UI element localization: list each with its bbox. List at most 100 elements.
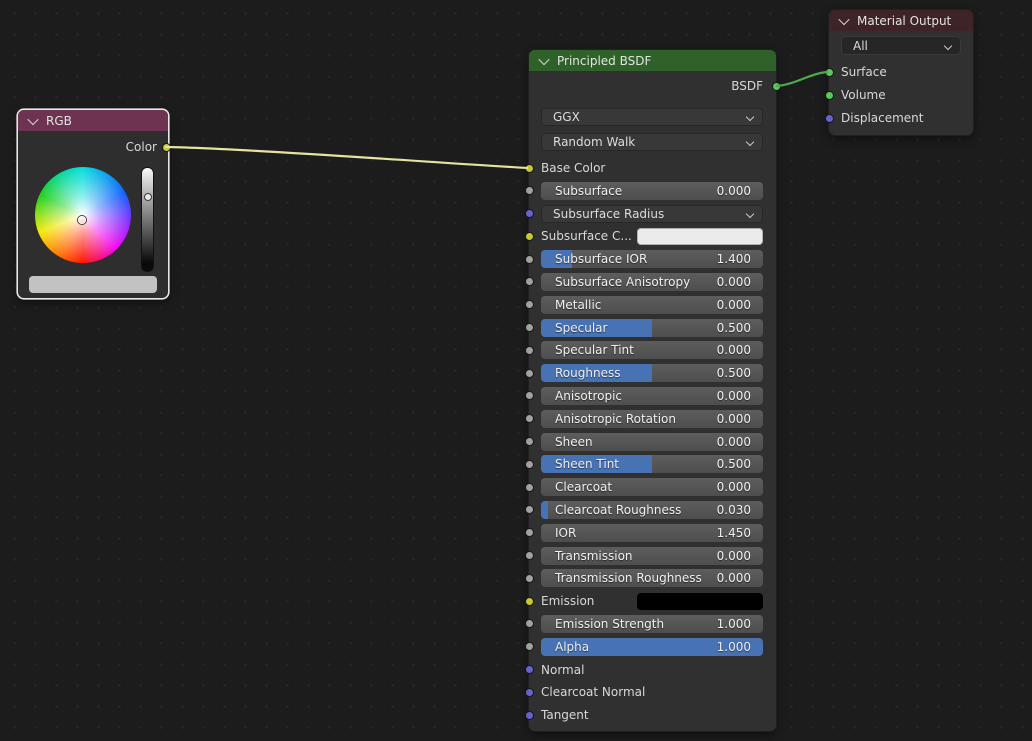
anisotropic-rotation-slider[interactable]: Anisotropic Rotation 0.000 <box>541 410 763 428</box>
clearcoat-value: 0.000 <box>717 480 763 494</box>
color-wheel-cursor[interactable] <box>78 216 86 224</box>
subsurface-radius-dropdown[interactable]: Subsurface Radius <box>541 205 763 223</box>
node-editor-canvas[interactable]: RGB Color Principled BSDF BSDF GGX Rando… <box>0 0 1032 741</box>
roughness-slider[interactable]: Roughness 0.500 <box>541 364 763 382</box>
socket-emission-strength-input[interactable] <box>525 619 534 628</box>
value-slider[interactable] <box>141 167 154 272</box>
rgb-node-header[interactable]: RGB <box>18 110 168 131</box>
bsdf-output-row: BSDF <box>541 77 763 95</box>
socket-displacement-input[interactable] <box>825 114 834 123</box>
specular-tint-slider[interactable]: Specular Tint 0.000 <box>541 341 763 359</box>
dropdown-distribution-value: GGX <box>553 110 580 124</box>
node-rgb[interactable]: RGB Color <box>18 110 168 298</box>
socket-metallic-input[interactable] <box>525 300 534 309</box>
node-principled-bsdf[interactable]: Principled BSDF BSDF GGX Random Walk Bas… <box>529 50 776 731</box>
socket-specular-input[interactable] <box>525 323 534 332</box>
sheen-tint-slider[interactable]: Sheen Tint 0.500 <box>541 455 763 473</box>
subsurface-ior-slider[interactable]: Subsurface IOR 1.400 <box>541 250 763 268</box>
sheen-slider[interactable]: Sheen 0.000 <box>541 433 763 451</box>
chevron-down-icon <box>746 138 754 146</box>
socket-roughness-input[interactable] <box>525 369 534 378</box>
emission-color-swatch[interactable] <box>637 593 763 610</box>
socket-sheen-input[interactable] <box>525 437 534 446</box>
row-volume: Volume <box>841 86 961 104</box>
material-output-node-title: Material Output <box>857 14 951 28</box>
transmission-slider[interactable]: Transmission 0.000 <box>541 547 763 565</box>
anisotropic-value: 0.000 <box>717 389 763 403</box>
collapse-chevron-icon[interactable] <box>27 113 38 124</box>
displacement-input-label: Displacement <box>841 111 924 125</box>
specular-tint-value: 0.000 <box>717 343 763 357</box>
row-specular: Specular 0.500 <box>541 319 763 337</box>
socket-alpha-input[interactable] <box>525 642 534 651</box>
socket-anisotropic-rotation-input[interactable] <box>525 414 534 423</box>
row-metallic: Metallic 0.000 <box>541 296 763 314</box>
socket-clearcoat-roughness-input[interactable] <box>525 505 534 514</box>
anisotropic-slider[interactable]: Anisotropic 0.000 <box>541 387 763 405</box>
collapse-chevron-icon[interactable] <box>838 13 849 24</box>
socket-bsdf-output[interactable] <box>772 82 781 91</box>
row-normal: Normal <box>541 661 763 679</box>
row-anisotropic: Anisotropic 0.000 <box>541 387 763 405</box>
base-color-label: Base Color <box>541 159 763 177</box>
socket-anisotropic-input[interactable] <box>525 391 534 400</box>
collapse-chevron-icon[interactable] <box>538 53 549 64</box>
socket-clearcoat-normal-input[interactable] <box>525 688 534 697</box>
sheen-tint-label: Sheen Tint <box>541 457 619 471</box>
rgb-color-output-row: Color <box>28 138 157 156</box>
socket-emission-input[interactable] <box>525 597 534 606</box>
clearcoat-slider[interactable]: Clearcoat 0.000 <box>541 478 763 496</box>
row-emission: Emission <box>541 592 763 610</box>
socket-subsurface-input[interactable] <box>525 186 534 195</box>
transmission-roughness-slider[interactable]: Transmission Roughness 0.000 <box>541 569 763 587</box>
material-output-inputs: Surface Volume Displacement <box>841 63 961 127</box>
specular-slider[interactable]: Specular 0.500 <box>541 319 763 337</box>
socket-clearcoat-input[interactable] <box>525 483 534 492</box>
socket-sheen-tint-input[interactable] <box>525 460 534 469</box>
socket-subsurface-c-input[interactable] <box>525 232 534 241</box>
subsurface-c-color-swatch[interactable] <box>637 228 763 245</box>
socket-volume-input[interactable] <box>825 91 834 100</box>
subsurface-anisotropy-slider[interactable]: Subsurface Anisotropy 0.000 <box>541 273 763 291</box>
row-subsurface-ior: Subsurface IOR 1.400 <box>541 250 763 268</box>
socket-transmission-input[interactable] <box>525 551 534 560</box>
emission-strength-slider[interactable]: Emission Strength 1.000 <box>541 615 763 633</box>
socket-color-output[interactable] <box>162 143 171 152</box>
color-wheel[interactable] <box>35 167 131 263</box>
transmission-roughness-label: Transmission Roughness <box>541 571 702 585</box>
socket-transmission-roughness-input[interactable] <box>525 574 534 583</box>
subsurface-slider[interactable]: Subsurface 0.000 <box>541 182 763 200</box>
socket-subsurface-radius-input[interactable] <box>525 209 534 218</box>
socket-surface-input[interactable] <box>825 68 834 77</box>
clearcoat-roughness-slider[interactable]: Clearcoat Roughness 0.030 <box>541 501 763 519</box>
principled-node-header[interactable]: Principled BSDF <box>529 50 776 71</box>
socket-tangent-input[interactable] <box>525 711 534 720</box>
row-surface: Surface <box>841 63 961 81</box>
roughness-label: Roughness <box>541 366 620 380</box>
rgb-color-swatch[interactable] <box>29 276 157 293</box>
anisotropic-rotation-value: 0.000 <box>717 412 763 426</box>
dropdown-distribution[interactable]: GGX <box>541 108 763 126</box>
dropdown-target[interactable]: All <box>841 36 961 55</box>
value-slider-cursor[interactable] <box>144 193 152 201</box>
alpha-value: 1.000 <box>717 640 763 654</box>
metallic-slider[interactable]: Metallic 0.000 <box>541 296 763 314</box>
socket-specular-tint-input[interactable] <box>525 346 534 355</box>
row-base-color: Base Color <box>541 159 763 177</box>
node-material-output[interactable]: Material Output All Surface Volume Displ… <box>829 10 973 135</box>
row-displacement: Displacement <box>841 109 961 127</box>
ior-slider[interactable]: IOR 1.450 <box>541 524 763 542</box>
specular-tint-label: Specular Tint <box>541 343 634 357</box>
socket-base-color-input[interactable] <box>525 164 534 173</box>
socket-subsurface-ior-input[interactable] <box>525 255 534 264</box>
socket-normal-input[interactable] <box>525 665 534 674</box>
material-output-node-header[interactable]: Material Output <box>829 10 973 31</box>
transmission-value: 0.000 <box>717 549 763 563</box>
socket-ior-input[interactable] <box>525 528 534 537</box>
socket-subsurface-anisotropy-input[interactable] <box>525 277 534 286</box>
row-subsurface: Subsurface 0.000 <box>541 182 763 200</box>
ior-value: 1.450 <box>717 526 763 540</box>
alpha-slider[interactable]: Alpha 1.000 <box>541 638 763 656</box>
link-color-to-base-color <box>165 147 528 168</box>
dropdown-subsurface-method[interactable]: Random Walk <box>541 133 763 151</box>
